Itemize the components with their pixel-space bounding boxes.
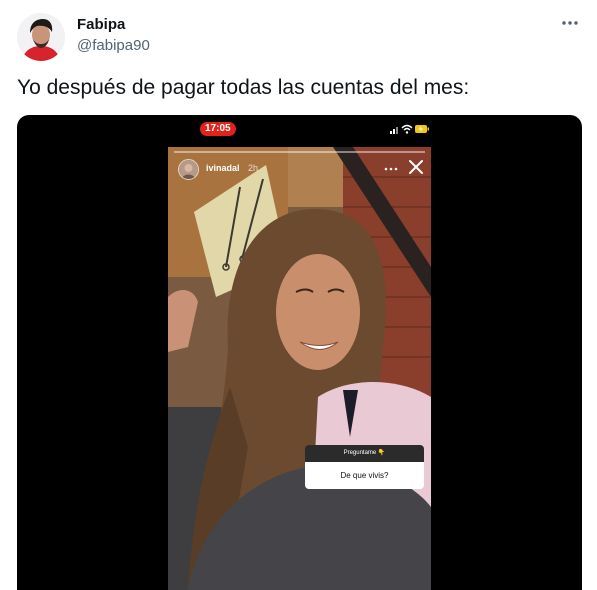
story-close-button[interactable] <box>408 159 424 175</box>
user-avatar-icon <box>17 13 65 61</box>
story-timestamp: 2h <box>248 163 259 173</box>
story-photo <box>168 147 431 590</box>
question-sticker[interactable]: Preguntame 👇 De que vivis? <box>305 445 424 489</box>
phone-status-time: 17:05 <box>200 122 236 136</box>
author-display-name[interactable]: Fabipa <box>77 16 125 33</box>
phone-status-icons <box>390 122 430 140</box>
story-username[interactable]: ivinadal <box>206 163 240 173</box>
tweet-text: Yo después de pagar todas las cuentas de… <box>17 76 470 99</box>
wifi-icon <box>401 124 413 134</box>
more-horizontal-icon <box>562 21 578 25</box>
story-user-avatar-icon <box>179 160 198 179</box>
author-handle[interactable]: @fabipa90 <box>77 37 150 54</box>
tweet: Fabipa @fabipa90 Yo después de pagar tod… <box>0 0 597 590</box>
more-horizontal-icon <box>384 167 398 171</box>
author-avatar[interactable] <box>17 13 65 61</box>
signal-icon <box>390 127 398 134</box>
tweet-media-video[interactable]: 17:05 ivinadal 2h Preguntame 👇 De que vi… <box>17 115 582 590</box>
more-options-button[interactable] <box>559 12 581 34</box>
battery-charging-icon <box>415 125 429 133</box>
close-icon <box>409 160 423 174</box>
question-sticker-header: Preguntame 👇 <box>305 445 424 462</box>
question-sticker-question: De que vivis? <box>305 462 424 489</box>
story-menu-button[interactable] <box>384 161 398 171</box>
instagram-story: ivinadal 2h Preguntame 👇 De que vivis? <box>168 147 431 590</box>
story-author-avatar[interactable] <box>178 159 199 180</box>
story-progress-bar <box>174 151 425 153</box>
